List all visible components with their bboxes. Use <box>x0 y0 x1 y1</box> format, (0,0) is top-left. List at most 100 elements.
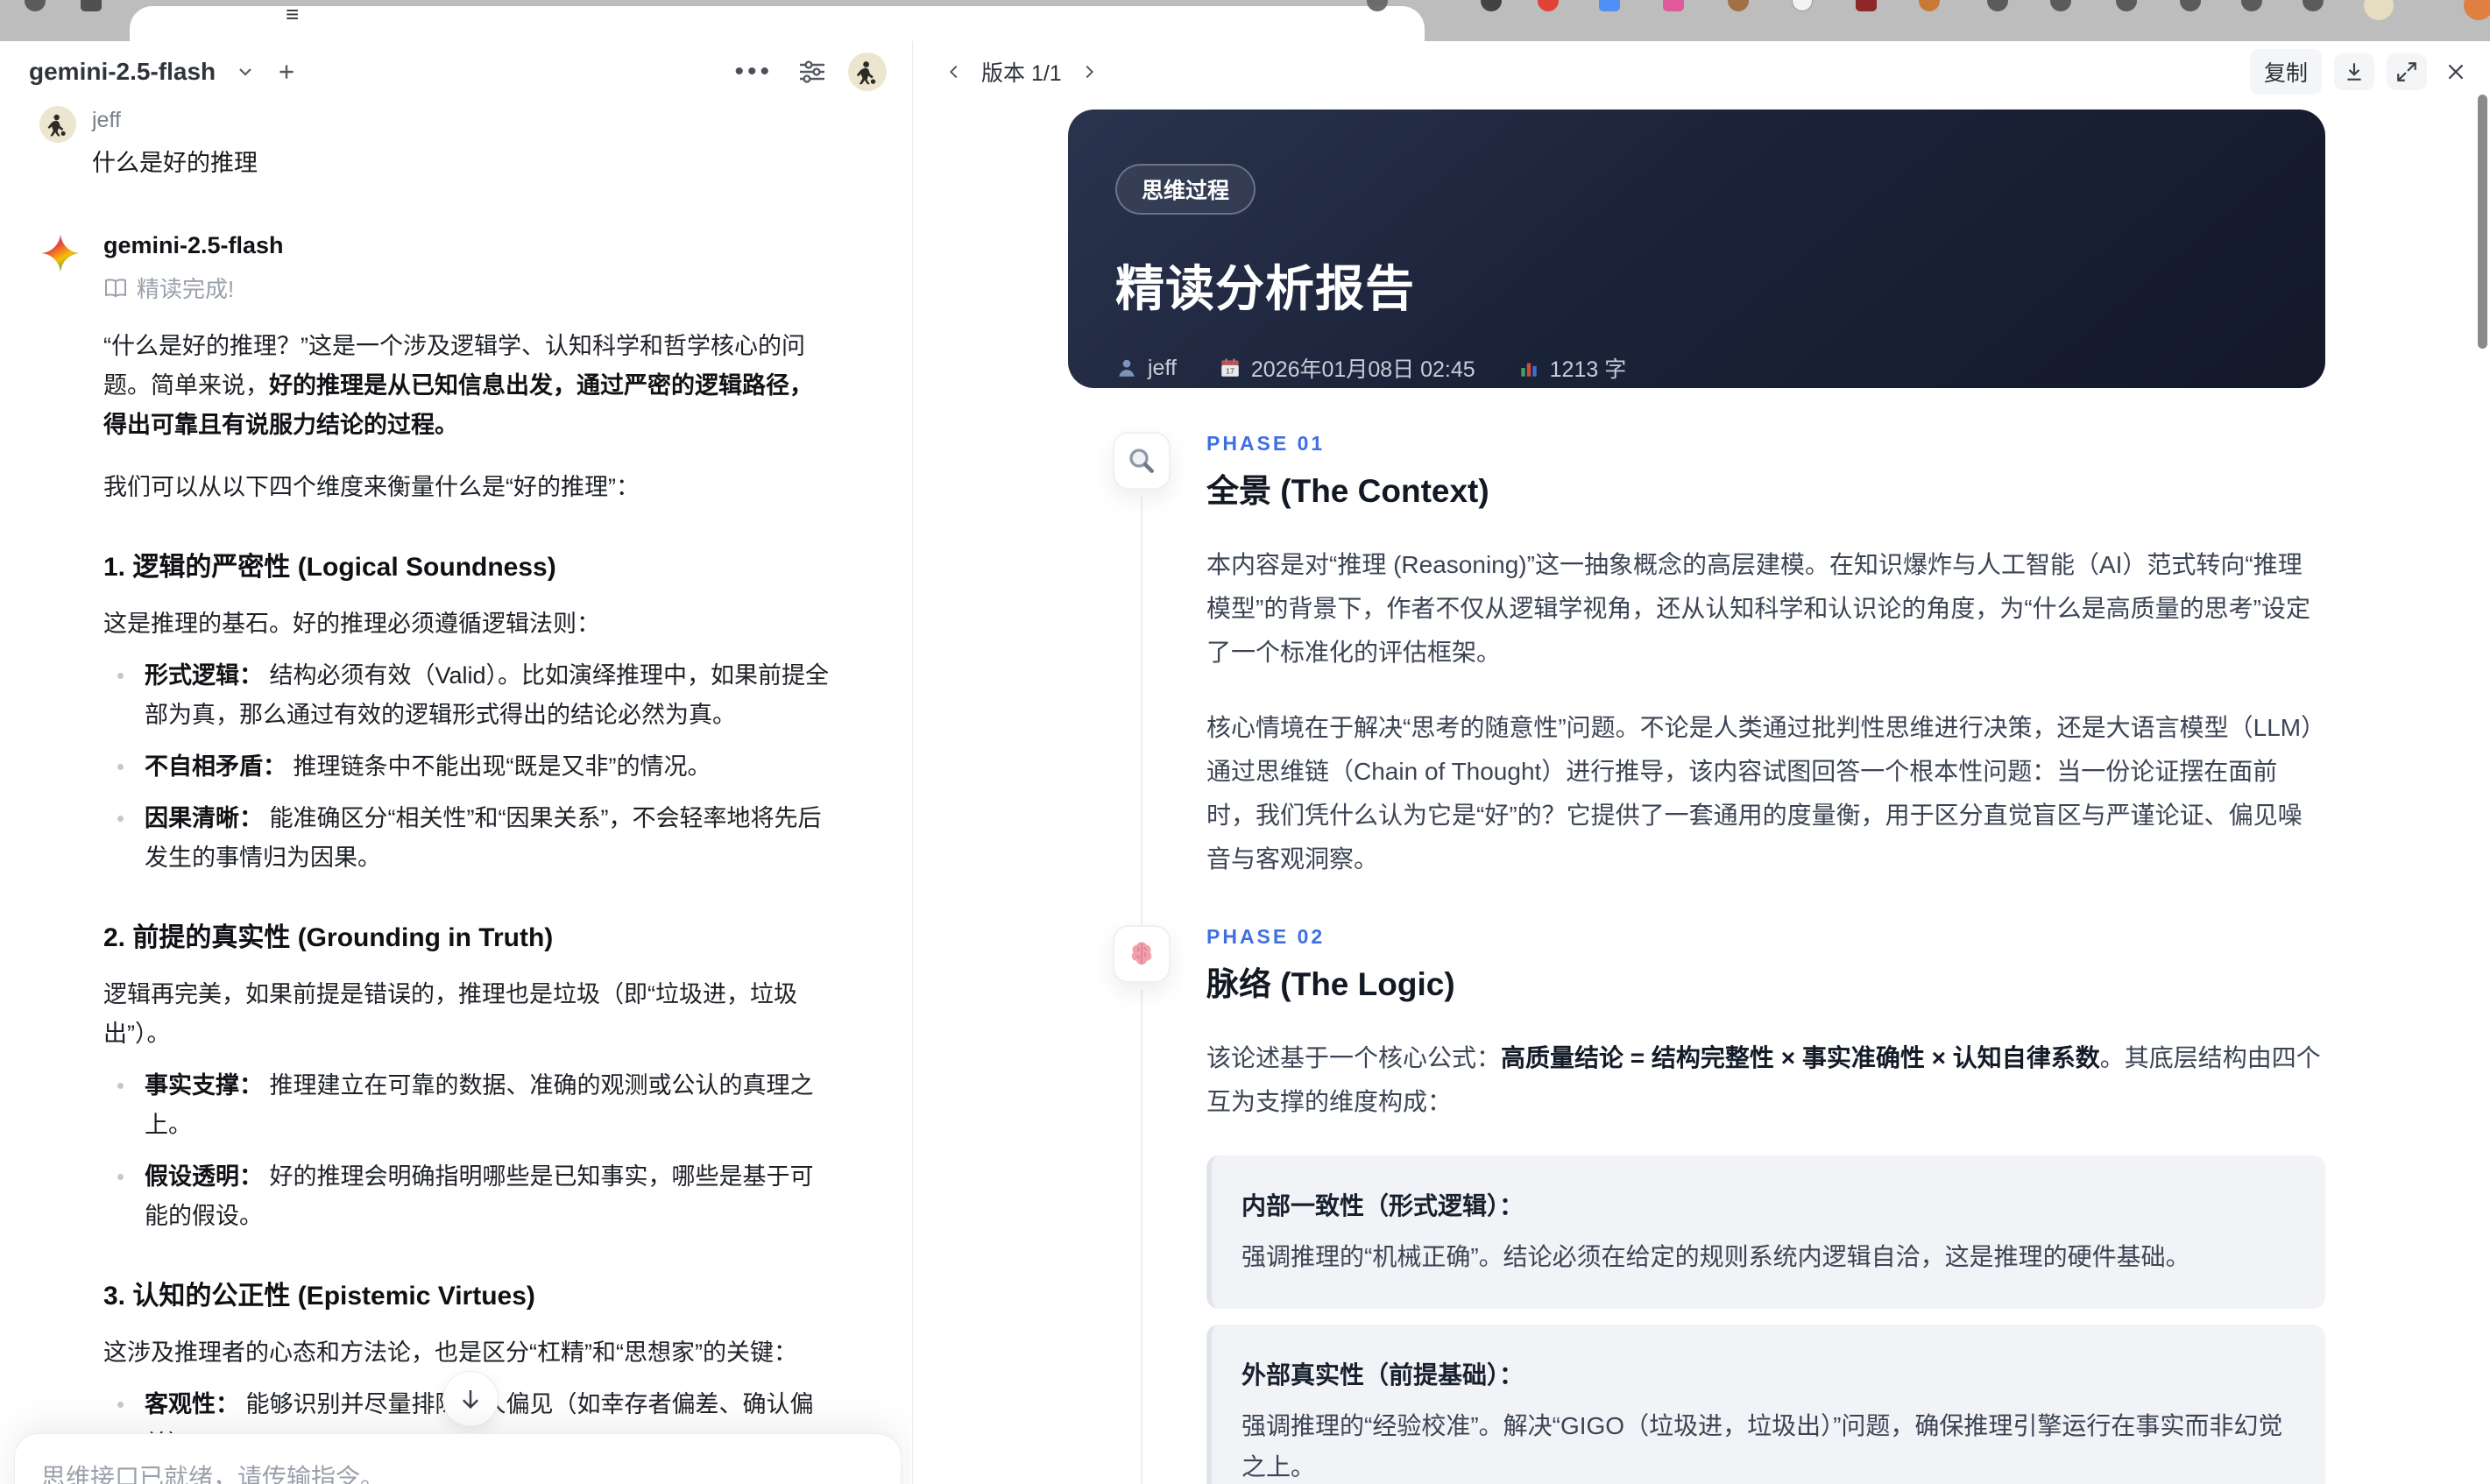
artifact-actions: 复制 <box>2249 49 2467 95</box>
section-intro: 逻辑再完美，如果前提是错误的，推理也是垃圾（即“垃圾进，垃圾出”）。 <box>103 981 797 1047</box>
chat-panel: gemini-2.5-flash ••• jeff 什么是好的推理 gemini… <box>0 41 911 1484</box>
chevron-right-icon[interactable] <box>1079 60 1099 83</box>
section-intro: 这是推理的基石。好的推理必须遵循逻辑法则： <box>103 611 600 637</box>
phase-timeline <box>1068 925 1206 1484</box>
dimension-cards: 内部一致性（形式逻辑）： 强调推理的“机械正确”。结论必须在给定的规则系统内逻辑… <box>1206 1155 2325 1484</box>
chat-title[interactable]: gemini-2.5-flash <box>29 58 216 86</box>
browser-apps-icon[interactable] <box>81 0 102 11</box>
browser-toolbar: ≡ <box>0 0 2490 41</box>
user-message-text: 什么是好的推理 <box>92 150 258 176</box>
fullscreen-button[interactable] <box>2387 53 2427 90</box>
section-intro: 这涉及推理者的心态和方法论，也是区分“杠精”和“思想家”的关键： <box>103 1339 797 1366</box>
assistant-status: 精读完成! <box>103 272 869 304</box>
bullet-list: 形式逻辑： 结构必须有效（Valid）。比如演绎推理中，如果前提全部为真，那么通… <box>103 656 831 878</box>
calendar-icon: 17 <box>1221 358 1239 377</box>
extension-icon[interactable] <box>1856 0 1877 11</box>
magnifier-icon <box>1113 432 1171 490</box>
version-navigation: 版本 1/1 <box>944 56 1099 88</box>
extension-icon[interactable] <box>1728 0 1749 11</box>
chevron-down-icon[interactable] <box>235 61 256 82</box>
browser-edit-icon[interactable] <box>2116 0 2137 11</box>
download-icon <box>2347 63 2361 81</box>
list-item: 不自相矛盾： 推理链条中不能出现“既是又非”的情况。 <box>103 747 831 787</box>
more-options-button[interactable]: ••• <box>734 57 773 87</box>
menu-icon[interactable]: ≡ <box>286 1 299 28</box>
phase-section: PHASE 02 脉络 (The Logic) 该论述基于一个核心公式：高质量结… <box>1068 925 2325 1484</box>
browser-save-icon[interactable] <box>2180 0 2201 11</box>
person-icon <box>1119 359 1135 377</box>
section-heading: 1. 逻辑的严密性 (Logical Soundness) <box>103 553 556 582</box>
artifact-header: 版本 1/1 复制 <box>913 41 2490 97</box>
card-title: 外部真实性（前提基础）： <box>1241 1361 1524 1389</box>
user-avatar[interactable] <box>848 53 887 91</box>
bar-chart-icon <box>1520 363 1537 377</box>
copy-button[interactable]: 复制 <box>2249 49 2322 95</box>
scrollbar[interactable] <box>2478 95 2487 349</box>
report-hero-card: 思维过程 精读分析报告 jeff 17 2026年01月08日 02:45 12… <box>1068 110 2325 388</box>
browser-profile-avatar[interactable] <box>2364 0 2394 20</box>
extension-icon[interactable] <box>1538 0 1559 11</box>
extension-icon[interactable] <box>1919 0 1940 11</box>
card-title: 内部一致性（形式逻辑）： <box>1241 1192 1524 1219</box>
browser-tabs-icon[interactable] <box>2303 0 2324 11</box>
browser-corner-icon[interactable] <box>2464 0 2490 20</box>
list-item: 形式逻辑： 结构必须有效（Valid）。比如演绎推理中，如果前提全部为真，那么通… <box>103 656 831 735</box>
phase-section: PHASE 01 全景 (The Context) 本内容是对“推理 (Reas… <box>1068 432 2325 929</box>
new-chat-button[interactable] <box>275 60 298 83</box>
browser-history-icon[interactable] <box>2241 0 2262 11</box>
list-item: 假设透明： 好的推理会明确指明哪些是已知事实，哪些是基于可能的假设。 <box>103 1157 831 1236</box>
phase-paragraph: 本内容是对“推理 (Reasoning)”这一抽象概念的高层建模。在知识爆炸与人… <box>1206 551 2310 666</box>
bullet-list: 事实支撑： 推理建立在可靠的数据、准确的观测或公认的真理之上。 假设透明： 好的… <box>103 1066 831 1236</box>
report-author: jeff <box>1115 356 1177 381</box>
phase-label: PHASE 02 <box>1206 925 1326 948</box>
browser-reload-icon[interactable] <box>25 0 46 11</box>
gemini-star-icon <box>39 232 81 274</box>
paragraph: 我们可以从以下四个维度来衡量什么是“好的推理”： <box>103 474 640 500</box>
phase-paragraph: 该论述基于一个核心公式：高质量结论 = 结构完整性 × 事实准确性 × 认知自律… <box>1206 1044 2321 1115</box>
section-heading: 3. 认知的公正性 (Epistemic Virtues) <box>103 1282 535 1311</box>
svg-text:17: 17 <box>1226 367 1234 376</box>
download-button[interactable] <box>2334 53 2374 90</box>
arrow-down-icon <box>462 1390 479 1410</box>
message-list: jeff 什么是好的推理 gemini-2.5-flash 精读完成! “什么是… <box>0 95 911 1484</box>
card-body: 强调推理的“机械正确”。结论必须在给定的规则系统内逻辑自洽，这是推理的硬件基础。 <box>1241 1243 2190 1270</box>
extension-icon[interactable] <box>1599 0 1620 11</box>
browser-address-bar[interactable]: ≡ <box>130 1 1425 41</box>
brain-icon <box>1113 925 1171 983</box>
section-heading: 2. 前提的真实性 (Grounding in Truth) <box>103 923 554 952</box>
browser-split-icon[interactable] <box>2050 0 2071 11</box>
book-icon <box>105 278 126 297</box>
phase-timeline <box>1068 432 1206 929</box>
app-window: ≡ gemini-2.5-flash ••• jeff 什么是好的推理 gemi… <box>0 0 2490 1484</box>
report-meta: jeff 17 2026年01月08日 02:45 1213 字 <box>1115 352 2273 384</box>
user-message: jeff 什么是好的推理 <box>39 106 869 178</box>
list-item: 事实支撑： 推理建立在可靠的数据、准确的观测或公认的真理之上。 <box>103 1066 831 1145</box>
report-badge: 思维过程 <box>1115 164 1256 215</box>
assistant-name: gemini-2.5-flash <box>103 232 284 258</box>
artifact-content: 思维过程 精读分析报告 jeff 17 2026年01月08日 02:45 12… <box>913 97 2490 1484</box>
extension-icon[interactable] <box>1792 0 1813 11</box>
version-label: 版本 1/1 <box>981 61 1062 86</box>
extension-icon[interactable] <box>1663 0 1684 11</box>
chat-header: gemini-2.5-flash ••• <box>0 41 911 95</box>
paragraph: “什么是好的推理？”这是一个涉及逻辑学、认知科学和哲学核心的问题。简单来说，好的… <box>103 333 813 438</box>
assistant-message: gemini-2.5-flash 精读完成! “什么是好的推理？”这是一个涉及逻… <box>39 232 869 1484</box>
settings-sliders-icon[interactable] <box>797 59 827 85</box>
close-icon <box>2448 64 2464 80</box>
chevron-left-icon[interactable] <box>944 60 964 83</box>
phase-title: 全景 (The Context) <box>1206 473 1489 509</box>
report-date: 17 2026年01月08日 02:45 <box>1219 352 1475 384</box>
phase-paragraph: 核心情境在于解决“思考的随意性”问题。不论是人类通过批判性思维进行决策，还是大语… <box>1206 714 2314 873</box>
message-composer[interactable]: 思维接口已就绪，请传输指令。 <box>14 1433 902 1484</box>
extension-icon[interactable] <box>1987 0 2008 11</box>
assistant-status-text: 精读完成! <box>137 276 235 302</box>
report-wordcount: 1213 字 <box>1517 352 1626 384</box>
user-name: jeff <box>92 108 121 132</box>
scroll-to-bottom-button[interactable] <box>442 1371 499 1427</box>
user-avatar <box>39 106 76 143</box>
dimension-card: 外部真实性（前提基础）： 强调推理的“经验校准”。解决“GIGO（垃圾进，垃圾出… <box>1206 1325 2325 1484</box>
message-input[interactable]: 思维接口已就绪，请传输指令。 <box>41 1459 874 1484</box>
phase-title: 脉络 (The Logic) <box>1206 966 1455 1002</box>
close-button[interactable] <box>2444 60 2467 83</box>
extension-icon[interactable] <box>1481 0 1502 11</box>
